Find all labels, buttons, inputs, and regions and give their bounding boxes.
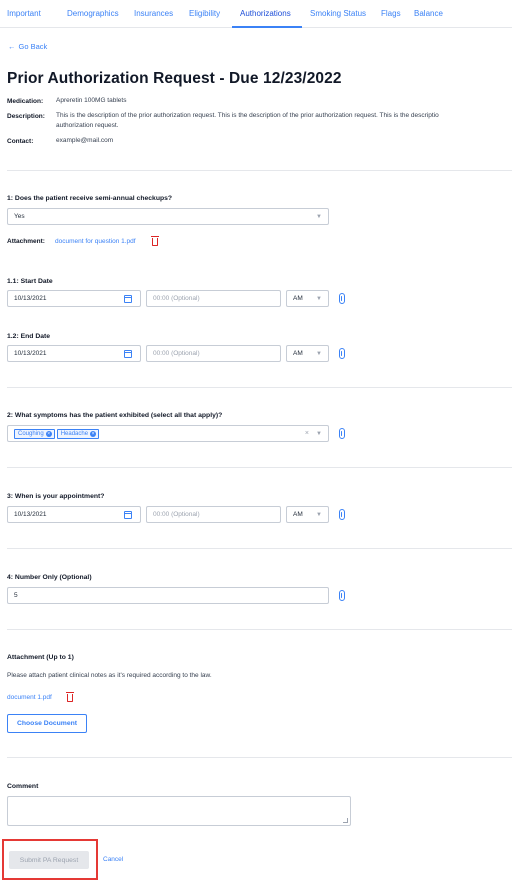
chip-label: Headache xyxy=(60,430,89,437)
question-4-label: 4: Number Only (Optional) xyxy=(7,574,92,581)
attachment-file-link[interactable]: document 1.pdf xyxy=(7,694,52,701)
paperclip-icon[interactable] xyxy=(339,590,345,601)
chevron-down-icon: ▼ xyxy=(316,296,322,302)
tab-balance[interactable]: Balance xyxy=(414,9,443,18)
go-back-label: Go Back xyxy=(18,42,48,51)
start-date-label: 1.1: Start Date xyxy=(7,278,53,285)
description-line-2: authorization request. xyxy=(56,122,119,129)
number-input[interactable]: 5 xyxy=(7,587,329,604)
attachment-label: Attachment: xyxy=(7,238,45,245)
question-1-label: 1: Does the patient receive semi-annual … xyxy=(7,195,173,202)
end-date-value: 10/13/2021 xyxy=(14,350,47,357)
end-time-input[interactable]: 00:00 (Optional) xyxy=(146,345,281,362)
calendar-icon[interactable] xyxy=(124,511,132,519)
tab-bar: Important Demographics Insurances Eligib… xyxy=(0,0,512,28)
question-2-label: 2: What symptoms has the patient exhibit… xyxy=(7,412,223,419)
calendar-icon[interactable] xyxy=(124,295,132,303)
chip-headache[interactable]: Headache × xyxy=(56,428,100,439)
section-divider xyxy=(7,387,512,388)
description-label: Description: xyxy=(7,113,45,120)
tab-eligibility[interactable]: Eligibility xyxy=(189,9,220,18)
chevron-down-icon: ▼ xyxy=(316,512,322,518)
section-divider xyxy=(7,170,512,171)
medication-label: Medication: xyxy=(7,98,44,105)
end-ampm-value: AM xyxy=(293,350,303,357)
paperclip-icon[interactable] xyxy=(339,428,345,439)
symptoms-multiselect[interactable]: Coughing × Headache × × ▼ xyxy=(7,425,329,442)
appointment-time-input[interactable]: 00:00 (Optional) xyxy=(146,506,281,523)
paperclip-icon[interactable] xyxy=(339,509,345,520)
question-3-label: 3: When is your appointment? xyxy=(7,493,105,500)
start-date-value: 10/13/2021 xyxy=(14,295,47,302)
clear-icon[interactable]: × xyxy=(305,430,309,437)
appointment-date-input[interactable]: 10/13/2021 xyxy=(7,506,141,523)
tab-authorizations[interactable]: Authorizations xyxy=(240,9,291,18)
attachment-note: Please attach patient clinical notes as … xyxy=(7,672,212,679)
contact-label: Contact: xyxy=(7,138,34,145)
cancel-link[interactable]: Cancel xyxy=(103,856,123,863)
end-date-label: 1.2: End Date xyxy=(7,333,51,340)
tab-demographics[interactable]: Demographics xyxy=(67,9,119,18)
comment-textarea[interactable] xyxy=(7,796,351,826)
start-ampm-value: AM xyxy=(293,295,303,302)
tab-flags[interactable]: Flags xyxy=(381,9,401,18)
comment-label: Comment xyxy=(7,783,39,790)
number-value: 5 xyxy=(14,592,18,599)
trash-icon[interactable] xyxy=(66,692,74,702)
medication-value: Apreretin 100MG tablets xyxy=(56,97,127,104)
end-ampm-select[interactable]: AM ▼ xyxy=(286,345,329,362)
chevron-down-icon: ▼ xyxy=(316,431,322,437)
section-divider xyxy=(7,629,512,630)
trash-icon[interactable] xyxy=(151,236,159,246)
active-tab-indicator xyxy=(232,26,302,28)
question-1-select[interactable]: Yes ▼ xyxy=(7,208,329,225)
chevron-down-icon: ▼ xyxy=(316,351,322,357)
appointment-date-value: 10/13/2021 xyxy=(14,511,47,518)
tab-smoking-status[interactable]: Smoking Status xyxy=(310,9,366,18)
contact-value: example@mail.com xyxy=(56,137,114,144)
highlight-box xyxy=(2,839,98,880)
appointment-ampm-select[interactable]: AM ▼ xyxy=(286,506,329,523)
end-date-input[interactable]: 10/13/2021 xyxy=(7,345,141,362)
page-title: Prior Authorization Request - Due 12/23/… xyxy=(7,70,342,87)
arrow-left-icon: ← xyxy=(8,42,16,51)
appointment-ampm-value: AM xyxy=(293,511,303,518)
start-time-input[interactable]: 00:00 (Optional) xyxy=(146,290,281,307)
close-icon[interactable]: × xyxy=(45,430,52,437)
resize-handle-icon[interactable] xyxy=(343,818,348,823)
question-1-value: Yes xyxy=(14,213,25,220)
description-line-1: This is the description of the prior aut… xyxy=(56,112,439,119)
section-divider xyxy=(7,757,512,758)
end-time-placeholder: 00:00 (Optional) xyxy=(153,350,200,357)
chip-coughing[interactable]: Coughing × xyxy=(14,428,55,439)
chip-label: Coughing xyxy=(18,430,44,437)
appointment-time-placeholder: 00:00 (Optional) xyxy=(153,511,200,518)
paperclip-icon[interactable] xyxy=(339,293,345,304)
tab-insurances[interactable]: Insurances xyxy=(134,9,173,18)
tab-important[interactable]: Important xyxy=(7,9,41,18)
section-divider xyxy=(7,467,512,468)
go-back-link[interactable]: ← Go Back xyxy=(8,42,47,51)
attachment-section-title: Attachment (Up to 1) xyxy=(7,654,74,661)
start-ampm-select[interactable]: AM ▼ xyxy=(286,290,329,307)
question-1-attachment-link[interactable]: document for question 1.pdf xyxy=(55,238,136,245)
calendar-icon[interactable] xyxy=(124,350,132,358)
close-icon[interactable]: × xyxy=(90,430,97,437)
chevron-down-icon: ▼ xyxy=(316,214,322,220)
start-date-input[interactable]: 10/13/2021 xyxy=(7,290,141,307)
choose-document-button[interactable]: Choose Document xyxy=(7,714,87,733)
start-time-placeholder: 00:00 (Optional) xyxy=(153,295,200,302)
section-divider xyxy=(7,548,512,549)
paperclip-icon[interactable] xyxy=(339,348,345,359)
